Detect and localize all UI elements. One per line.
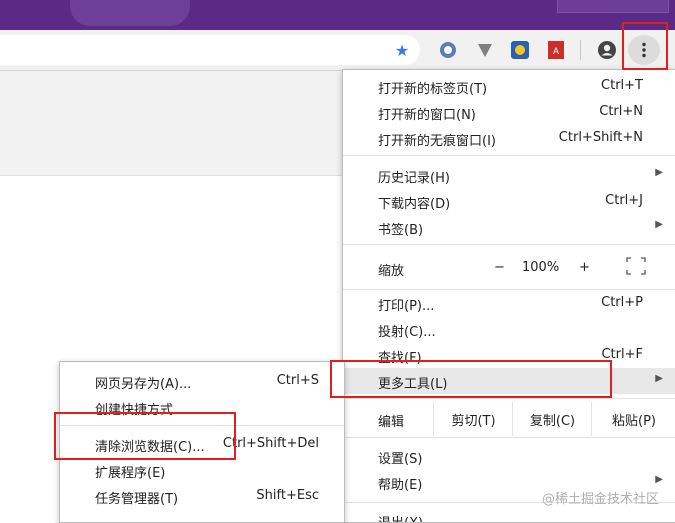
extension-icon-2[interactable] (474, 39, 496, 61)
submenu-item-task-manager[interactable]: 任务管理器(T) Shift+Esc (60, 483, 344, 509)
toolbar-divider (580, 40, 581, 60)
menu-item-label: 编辑 (378, 415, 405, 430)
menu-divider (343, 155, 675, 156)
menu-item-new-window[interactable]: 打开新的窗口(N) Ctrl+N (343, 99, 675, 125)
menu-item-label: 打印(P)... (378, 299, 435, 314)
zoom-level-value: 100% (522, 260, 560, 275)
menu-item-label: 打开新的窗口(N) (378, 108, 476, 123)
cut-button-label: 剪切(T) (451, 413, 496, 429)
menu-item-label: 下载内容(D) (378, 197, 451, 212)
menu-item-label: 缩放 (378, 264, 405, 279)
submenu-item-shortcut: Ctrl+S (276, 373, 319, 388)
menu-item-shortcut: Ctrl+Shift+N (558, 130, 643, 145)
menu-item-label: 设置(S) (378, 452, 423, 467)
menu-item-shortcut: Ctrl+T (601, 78, 643, 93)
copy-button-label: 复制(C) (529, 413, 576, 429)
submenu-item-shortcut: Shift+Esc (256, 488, 319, 503)
menu-item-label: 历史记录(H) (378, 171, 450, 186)
menu-item-label: 帮助(E) (378, 478, 423, 493)
extension-icon-1[interactable] (437, 39, 459, 61)
menu-item-label: 打开新的标签页(T) (378, 82, 488, 97)
highlight-box-menu-button (622, 22, 668, 70)
star-icon[interactable]: ★ (391, 39, 413, 61)
pdf-icon[interactable]: A (545, 39, 567, 61)
menu-item-history[interactable]: 历史记录(H) ▶ (343, 162, 675, 188)
account-icon[interactable] (596, 39, 618, 61)
menu-item-shortcut: Ctrl+P (601, 295, 643, 310)
submenu-item-shortcut: Ctrl+Shift+Del (222, 436, 319, 451)
menu-item-label: 退出(X) (378, 512, 423, 522)
menu-item-print[interactable]: 打印(P)... Ctrl+P (343, 290, 675, 316)
menu-item-new-tab[interactable]: 打开新的标签页(T) Ctrl+T (343, 73, 675, 99)
page-content-strip (0, 71, 360, 176)
browser-toolbar: ★ A (0, 30, 675, 71)
submenu-item-save-page[interactable]: 网页另存为(A)... Ctrl+S (60, 368, 344, 394)
submenu-item-label: 任务管理器(T) (95, 492, 179, 507)
highlight-box-more-tools (330, 360, 612, 398)
chrome-main-menu: 打开新的标签页(T) Ctrl+T 打开新的窗口(N) Ctrl+N 打开新的无… (342, 69, 675, 523)
menu-item-edit-row: 编辑 剪切(T) 复制(C) 粘贴(P) (343, 402, 675, 436)
submenu-item-label: 扩展程序(E) (95, 466, 166, 481)
menu-divider (343, 437, 675, 438)
menu-divider (343, 244, 675, 245)
menu-item-cast[interactable]: 投射(C)... (343, 316, 675, 342)
copy-button[interactable]: 复制(C) (512, 402, 592, 436)
menu-item-zoom: 缩放 − 100% + (343, 253, 675, 283)
extension-icon-3[interactable] (509, 39, 531, 61)
paste-button[interactable]: 粘贴(P) (591, 402, 675, 436)
cut-button[interactable]: 剪切(T) (433, 402, 513, 436)
submenu-item-label: 网页另存为(A)... (95, 377, 192, 392)
highlight-box-clear-data (54, 412, 236, 460)
svg-text:A: A (553, 46, 559, 56)
zoom-out-button[interactable]: − (494, 260, 505, 275)
window-title-bar (0, 0, 675, 30)
title-bar-tab-glow (70, 0, 190, 26)
submenu-arrow-icon: ▶ (655, 373, 663, 384)
paste-button-label: 粘贴(P) (612, 413, 656, 429)
menu-item-bookmarks[interactable]: 书签(B) ▶ (343, 214, 675, 240)
menu-item-shortcut: Ctrl+J (605, 193, 643, 208)
menu-item-label: 书签(B) (378, 223, 424, 238)
zoom-in-button[interactable]: + (579, 260, 590, 275)
menu-item-settings[interactable]: 设置(S) (343, 443, 675, 469)
menu-item-new-incognito[interactable]: 打开新的无痕窗口(I) Ctrl+Shift+N (343, 125, 675, 151)
submenu-arrow-icon: ▶ (655, 219, 663, 230)
menu-item-label: 投射(C)... (378, 325, 436, 340)
submenu-arrow-icon: ▶ (655, 474, 663, 485)
menu-item-label: 打开新的无痕窗口(I) (378, 134, 496, 149)
address-bar[interactable] (0, 35, 420, 65)
fullscreen-icon[interactable] (626, 257, 646, 279)
window-controls[interactable] (557, 0, 669, 13)
watermark-text: @稀土掘金技术社区 (541, 492, 659, 507)
menu-item-shortcut: Ctrl+N (599, 104, 643, 119)
menu-divider (343, 398, 675, 399)
submenu-item-extensions[interactable]: 扩展程序(E) (60, 457, 344, 483)
menu-item-downloads[interactable]: 下载内容(D) Ctrl+J (343, 188, 675, 214)
submenu-arrow-icon: ▶ (655, 167, 663, 178)
